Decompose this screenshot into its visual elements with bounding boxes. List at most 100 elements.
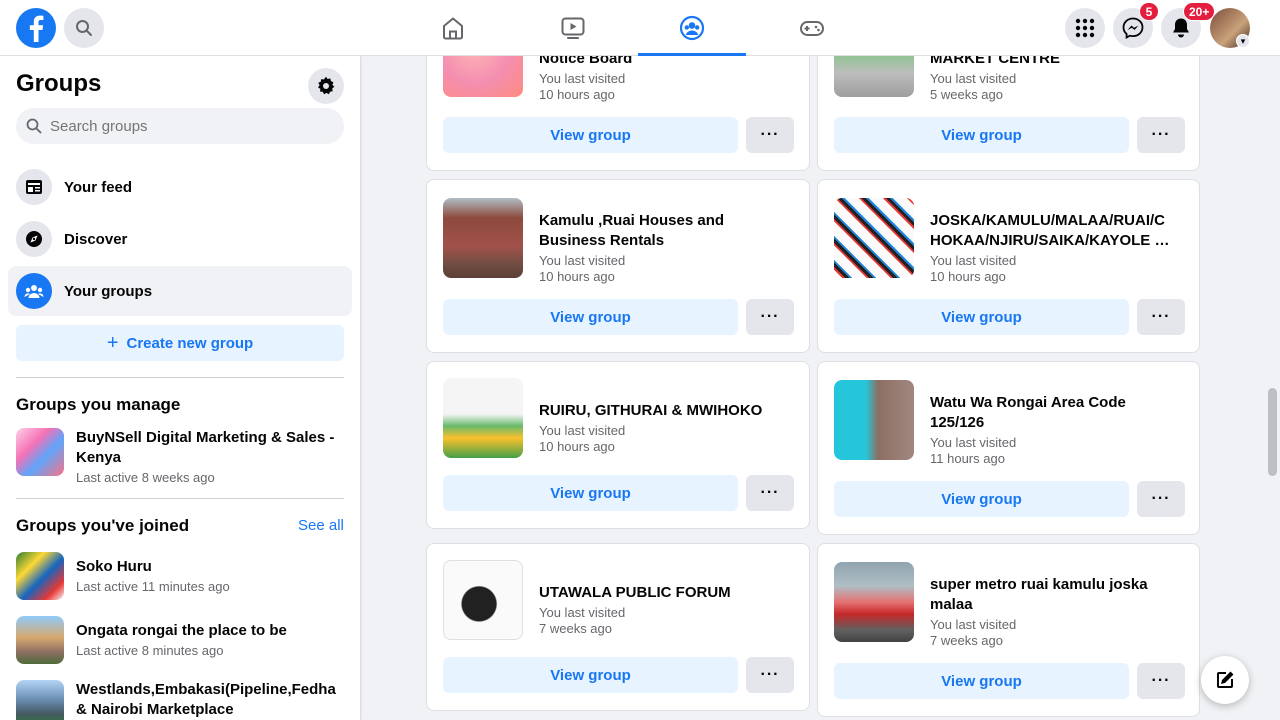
messenger-icon: [1122, 17, 1144, 39]
visited-time: 10 hours ago: [539, 439, 615, 454]
group-thumbnail[interactable]: [834, 562, 914, 642]
chevron-down-icon[interactable]: ▾: [1236, 34, 1250, 48]
visited-time: 7 weeks ago: [930, 633, 1003, 648]
group-name: BuyNSell Digital Marketing & Sales - Ken…: [76, 429, 335, 466]
top-navigation-bar: 5 20+ ▾: [0, 0, 1280, 56]
more-options-button[interactable]: ···: [1137, 299, 1185, 335]
group-thumbnail: [16, 428, 64, 476]
view-group-button[interactable]: View group: [443, 657, 738, 693]
tab-home[interactable]: [399, 0, 507, 56]
divider: [16, 377, 344, 378]
sidebar-item-your-feed[interactable]: Your feed: [8, 162, 352, 212]
notifications-button[interactable]: 20+: [1161, 2, 1216, 48]
groups-icon: [16, 273, 52, 309]
visited-time: 5 weeks ago: [930, 87, 1003, 102]
create-new-group-label: Create new group: [126, 334, 254, 352]
messenger-badge: 5: [1139, 2, 1159, 21]
messenger-button[interactable]: 5: [1113, 2, 1159, 48]
visited-label: You last visited: [539, 71, 626, 86]
group-card: RUIRU, GITHURAI & MWIHOKO You last visit…: [426, 361, 810, 529]
more-options-button[interactable]: ···: [1137, 663, 1185, 699]
group-thumbnail: [16, 680, 64, 720]
view-group-button[interactable]: View group: [834, 481, 1129, 517]
see-all-link[interactable]: See all: [298, 517, 344, 534]
feed-icon: [16, 169, 52, 205]
groups-you-manage-heading: Groups you manage: [16, 395, 181, 414]
groups-sidebar: Groups Your feed Discover Your groups + …: [0, 56, 360, 720]
visited-label: You last visited: [930, 435, 1017, 450]
notifications-badge: 20+: [1183, 2, 1216, 21]
scrollbar[interactable]: [1268, 388, 1277, 476]
plus-icon: +: [106, 331, 119, 354]
visited-time: 10 hours ago: [539, 87, 615, 102]
visited-time: 7 weeks ago: [539, 621, 612, 636]
tab-groups[interactable]: [638, 0, 746, 56]
search-groups-field[interactable]: [16, 108, 344, 144]
gamepad-icon: [800, 21, 824, 36]
menu-grid-icon[interactable]: [1065, 8, 1105, 48]
new-message-button[interactable]: [1201, 656, 1249, 704]
group-last-active: Last active 8 minutes ago: [76, 643, 224, 658]
search-icon: [26, 118, 42, 134]
visited-label: You last visited: [930, 71, 1017, 86]
group-name[interactable]: super metro ruai kamulu joska malaa: [930, 575, 1174, 615]
group-card: UTAWALA PUBLIC FORUM You last visited 7 …: [426, 543, 810, 711]
search-icon[interactable]: [64, 8, 104, 48]
more-options-button[interactable]: ···: [746, 475, 794, 511]
group-thumbnail[interactable]: [834, 380, 914, 460]
view-group-button[interactable]: View group: [834, 663, 1129, 699]
sidebar-item-your-groups[interactable]: Your groups: [8, 266, 352, 316]
group-thumbnail[interactable]: [443, 198, 523, 278]
more-options-button[interactable]: ···: [746, 299, 794, 335]
group-name[interactable]: RUIRU, GITHURAI & MWIHOKO: [539, 401, 783, 421]
video-icon: [561, 17, 585, 39]
search-groups-input[interactable]: [50, 117, 330, 135]
group-card: JOSKA/KAMULU/MALAA/RUAI/CHOKAA/NJIRU/SAI…: [817, 179, 1200, 353]
more-options-button[interactable]: ···: [746, 117, 794, 153]
view-group-button[interactable]: View group: [834, 299, 1129, 335]
group-last-active: Last active 8 weeks ago: [76, 470, 215, 485]
create-new-group-button[interactable]: + Create new group: [16, 325, 344, 361]
view-group-button[interactable]: View group: [443, 475, 738, 511]
sidebar-item-discover[interactable]: Discover: [8, 214, 352, 264]
group-name: Westlands,Embakasi(Pipeline,Fedha,Donhol…: [76, 681, 336, 718]
group-name[interactable]: JOSKA/KAMULU/MALAA/RUAI/CHOKAA/NJIRU/SAI…: [930, 211, 1174, 251]
compose-icon: [1217, 671, 1234, 688]
group-name[interactable]: Watu Wa Rongai Area Code 125/126: [930, 393, 1174, 433]
group-thumbnail: [16, 616, 64, 664]
list-item[interactable]: Westlands,Embakasi(Pipeline,Fedha,Donhol…: [16, 680, 346, 720]
visited-label: You last visited: [539, 253, 626, 268]
gear-icon[interactable]: [308, 68, 344, 104]
divider: [16, 498, 344, 499]
group-thumbnail[interactable]: [443, 560, 523, 640]
list-item[interactable]: Soko Huru Last active 11 minutes ago: [16, 552, 346, 600]
home-icon: [443, 17, 463, 40]
group-card: Watu Wa Rongai Area Code 125/126 You las…: [817, 361, 1200, 535]
visited-label: You last visited: [930, 253, 1017, 268]
sidebar-item-label: Discover: [64, 230, 128, 248]
more-options-button[interactable]: ···: [1137, 117, 1185, 153]
group-thumbnail[interactable]: [834, 198, 914, 278]
compass-icon: [16, 221, 52, 257]
sidebar-item-label: Your groups: [64, 282, 153, 300]
visited-time: 10 hours ago: [930, 269, 1006, 284]
more-options-button[interactable]: ···: [1137, 481, 1185, 517]
visited-label: You last visited: [930, 617, 1017, 632]
group-name: Soko Huru: [76, 558, 152, 575]
facebook-logo-icon[interactable]: [16, 8, 56, 48]
group-name[interactable]: UTAWALA PUBLIC FORUM: [539, 583, 783, 603]
tab-gaming[interactable]: [758, 0, 866, 56]
list-item[interactable]: Ongata rongai the place to be Last activ…: [16, 616, 346, 664]
visited-label: You last visited: [539, 423, 626, 438]
list-item[interactable]: BuyNSell Digital Marketing & Sales - Ken…: [16, 428, 346, 488]
visited-time: 11 hours ago: [930, 451, 1005, 466]
more-options-button[interactable]: ···: [746, 657, 794, 693]
group-thumbnail[interactable]: [443, 378, 523, 458]
group-name[interactable]: Kamulu ,Ruai Houses and Business Rentals: [539, 211, 783, 251]
view-group-button[interactable]: View group: [443, 299, 738, 335]
view-group-button[interactable]: View group: [834, 117, 1129, 153]
visited-label: You last visited: [539, 605, 626, 620]
visited-time: 10 hours ago: [539, 269, 615, 284]
tab-watch[interactable]: [519, 0, 627, 56]
view-group-button[interactable]: View group: [443, 117, 738, 153]
